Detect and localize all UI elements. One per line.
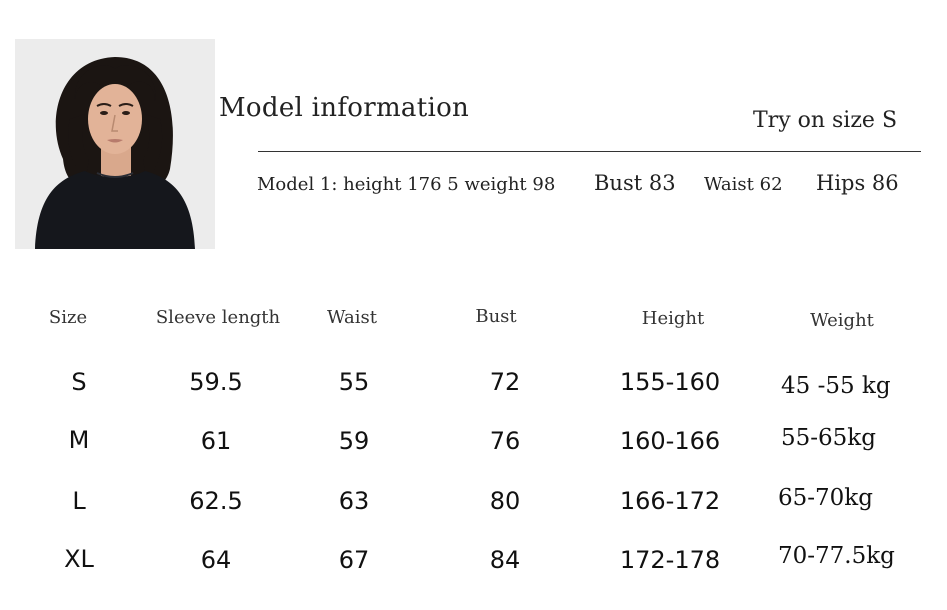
cell-waist: 55	[338, 368, 370, 396]
cell-size: L	[72, 487, 86, 515]
cell-waist: 67	[338, 546, 370, 574]
cell-height: 160-166	[619, 427, 721, 455]
model-waist: Waist 62	[704, 174, 783, 195]
try-on-size: Try on size S	[753, 108, 898, 133]
cell-sleeve-length: 62.5	[189, 487, 243, 515]
cell-waist: 63	[338, 487, 370, 515]
cell-weight: 45 -55 kg	[781, 373, 891, 399]
cell-bust: 72	[489, 368, 521, 396]
cell-height: 166-172	[619, 487, 721, 515]
cell-sleeve-length: 61	[200, 427, 232, 455]
cell-size: M	[68, 426, 90, 454]
model-measurements: Model 1: height 176 5 weight 98	[257, 174, 556, 195]
divider-line	[258, 151, 921, 152]
cell-waist: 59	[338, 427, 370, 455]
header-waist: Waist	[327, 307, 377, 328]
header-bust: Bust	[475, 306, 517, 327]
cell-bust: 76	[489, 427, 521, 455]
cell-height: 155-160	[619, 368, 721, 396]
cell-sleeve-length: 59.5	[189, 368, 243, 396]
model-photo	[15, 39, 215, 249]
cell-bust: 84	[489, 546, 521, 574]
model-hips: Hips 86	[816, 171, 899, 195]
cell-size: XL	[64, 545, 94, 573]
cell-weight: 65-70kg	[778, 485, 873, 511]
cell-size: S	[71, 368, 87, 396]
cell-bust: 80	[489, 487, 521, 515]
header-size: Size	[48, 307, 88, 328]
header-height: Height	[641, 308, 705, 329]
cell-sleeve-length: 64	[200, 546, 232, 574]
header-weight: Weight	[810, 310, 874, 331]
cell-weight: 55-65kg	[781, 425, 876, 451]
model-info-title: Model information	[219, 93, 470, 123]
cell-height: 172-178	[619, 546, 721, 574]
model-bust: Bust 83	[594, 171, 676, 195]
cell-weight: 70-77.5kg	[778, 543, 895, 569]
header-sleeve-length: Sleeve length	[155, 307, 281, 328]
